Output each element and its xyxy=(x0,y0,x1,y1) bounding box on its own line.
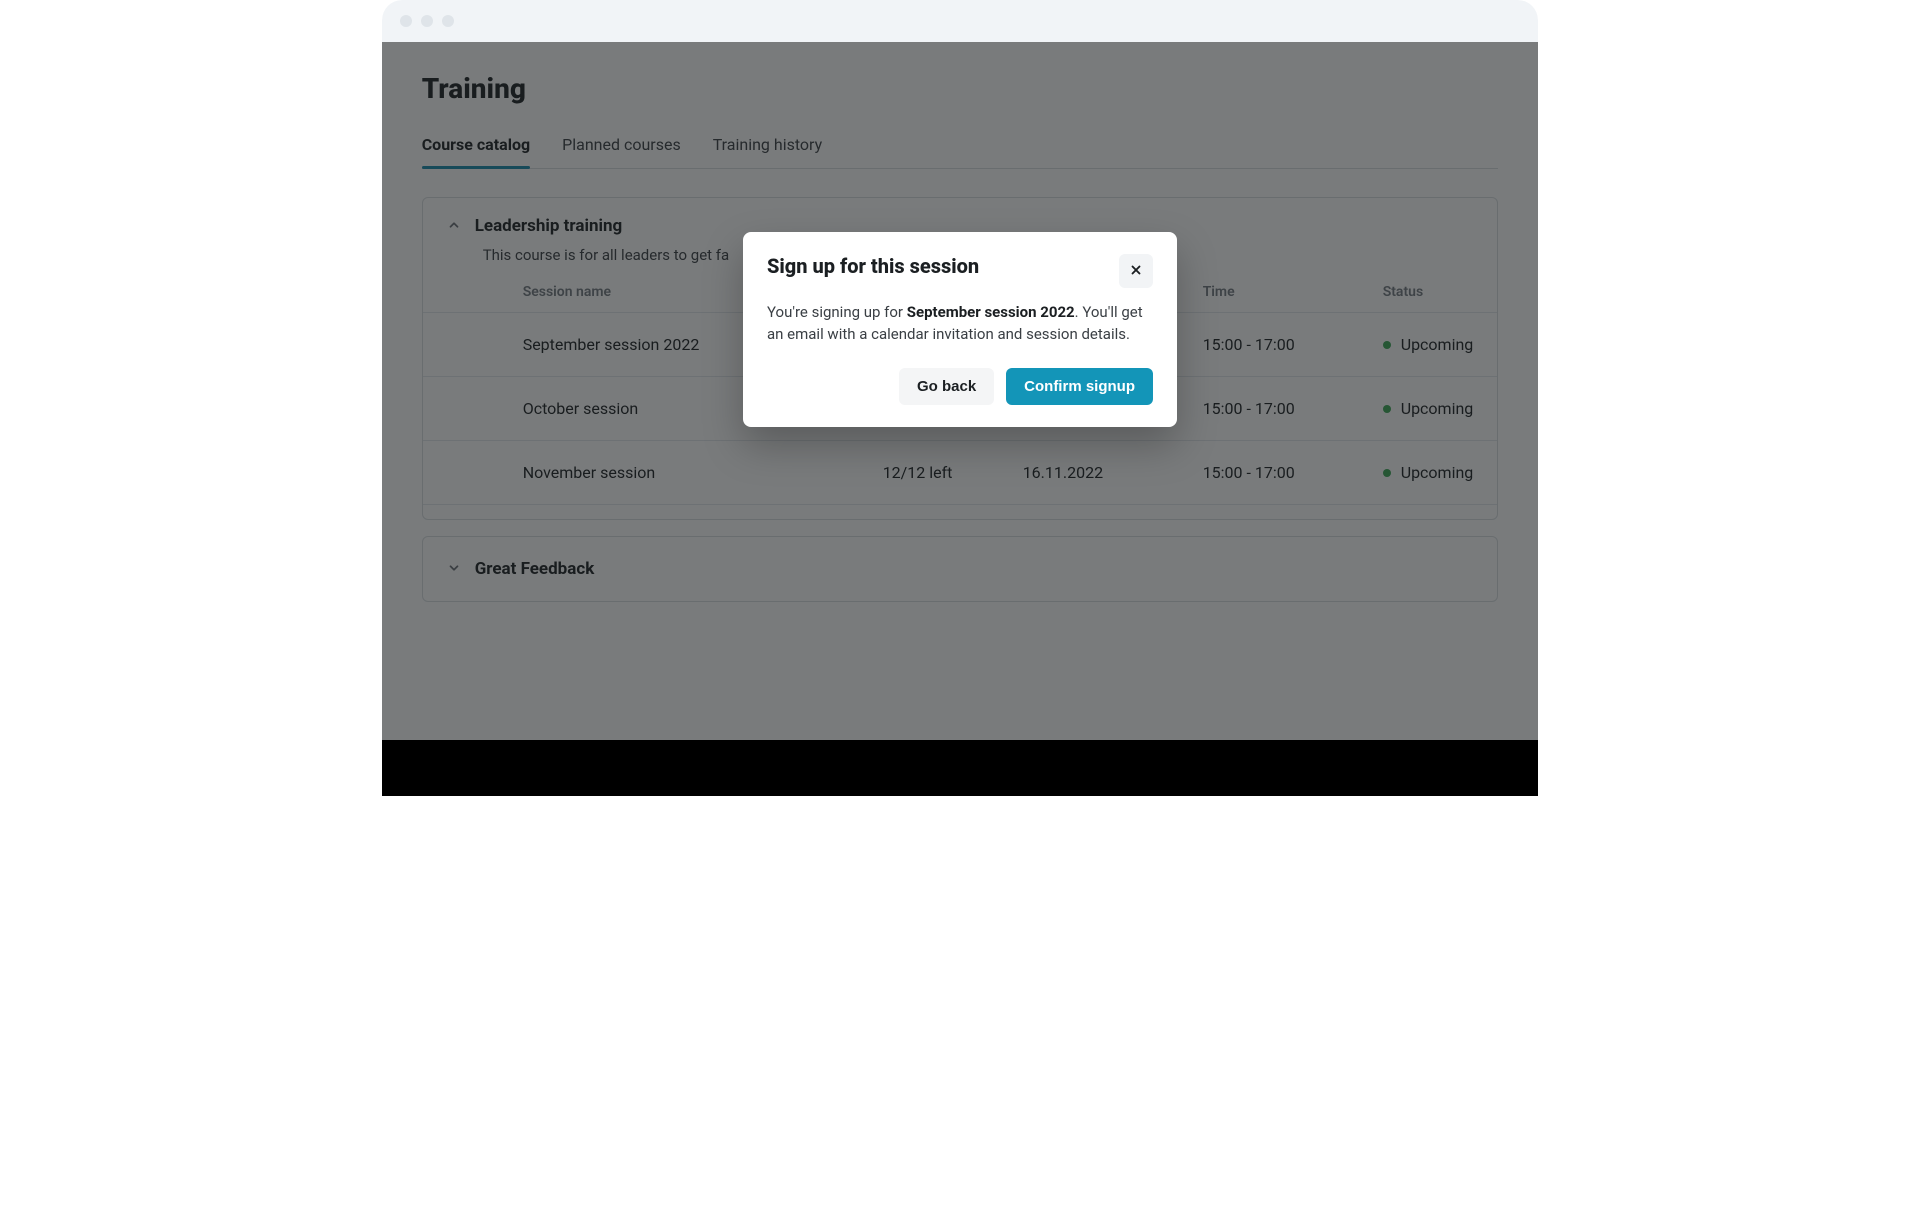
close-icon xyxy=(1129,262,1143,281)
browser-titlebar xyxy=(382,0,1539,42)
go-back-button[interactable]: Go back xyxy=(899,368,994,405)
modal-session-name: September session 2022 xyxy=(907,303,1075,321)
modal-body-prefix: You're signing up for xyxy=(767,303,907,321)
traffic-light-zoom[interactable] xyxy=(442,15,454,27)
device-base xyxy=(382,740,1539,796)
modal-actions: Go back Confirm signup xyxy=(767,368,1153,405)
modal-body: You're signing up for September session … xyxy=(767,302,1153,346)
traffic-light-close[interactable] xyxy=(400,15,412,27)
traffic-light-minimize[interactable] xyxy=(421,15,433,27)
signup-modal: Sign up for this session You're signing … xyxy=(743,232,1177,427)
browser-window: Training Course catalog Planned courses … xyxy=(382,0,1539,740)
close-button[interactable] xyxy=(1119,254,1153,288)
modal-title: Sign up for this session xyxy=(767,254,979,278)
confirm-signup-button[interactable]: Confirm signup xyxy=(1006,368,1153,405)
